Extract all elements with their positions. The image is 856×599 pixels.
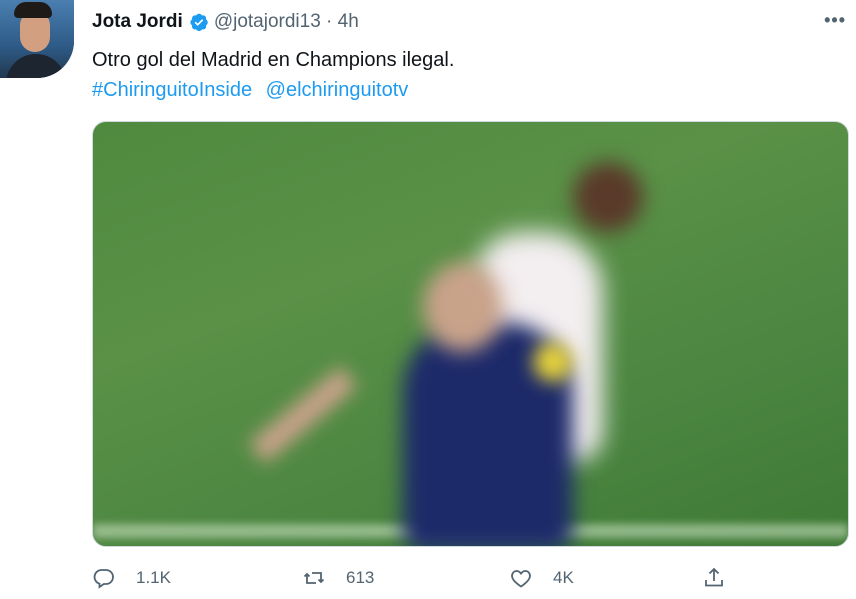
heart-icon [511,570,531,588]
share-icon [705,567,723,587]
media-arm [248,366,358,464]
retweet-icon [303,572,325,584]
share-button[interactable] [702,566,726,590]
tweet-header: Jota Jordi @jotajordi13 · 4h [92,9,359,35]
reply-count: 1.1K [136,568,171,587]
verified-badge-icon [189,12,209,32]
retweet-button[interactable]: 613 [302,566,374,590]
tweet-media-image[interactable] [92,121,849,547]
author-name[interactable]: Jota Jordi [92,11,183,33]
tweet-text: Otro gol del Madrid en Champions ilegal. [92,49,455,71]
reply-button[interactable]: 1.1K [92,566,171,590]
reply-icon [93,569,114,589]
tweet-actions: 1.1K 613 4K [92,566,812,594]
more-options-icon[interactable]: ••• [824,10,846,31]
tweet-links: #ChiringuitoInside @elchiringuitotv [92,75,408,105]
like-button[interactable]: 4K [509,566,574,590]
retweet-count: 613 [346,568,375,587]
avatar-hair [14,2,52,18]
media-head-blue [423,262,503,352]
media-armband [533,342,573,382]
avatar-face [20,12,50,52]
author-handle-time[interactable]: @jotajordi13 · 4h [214,11,359,33]
media-head-white [573,162,643,232]
like-count: 4K [553,568,574,587]
mention-link[interactable]: @elchiringuitotv [266,79,409,101]
author-avatar[interactable] [0,0,74,78]
hashtag-link[interactable]: #ChiringuitoInside [92,79,252,101]
